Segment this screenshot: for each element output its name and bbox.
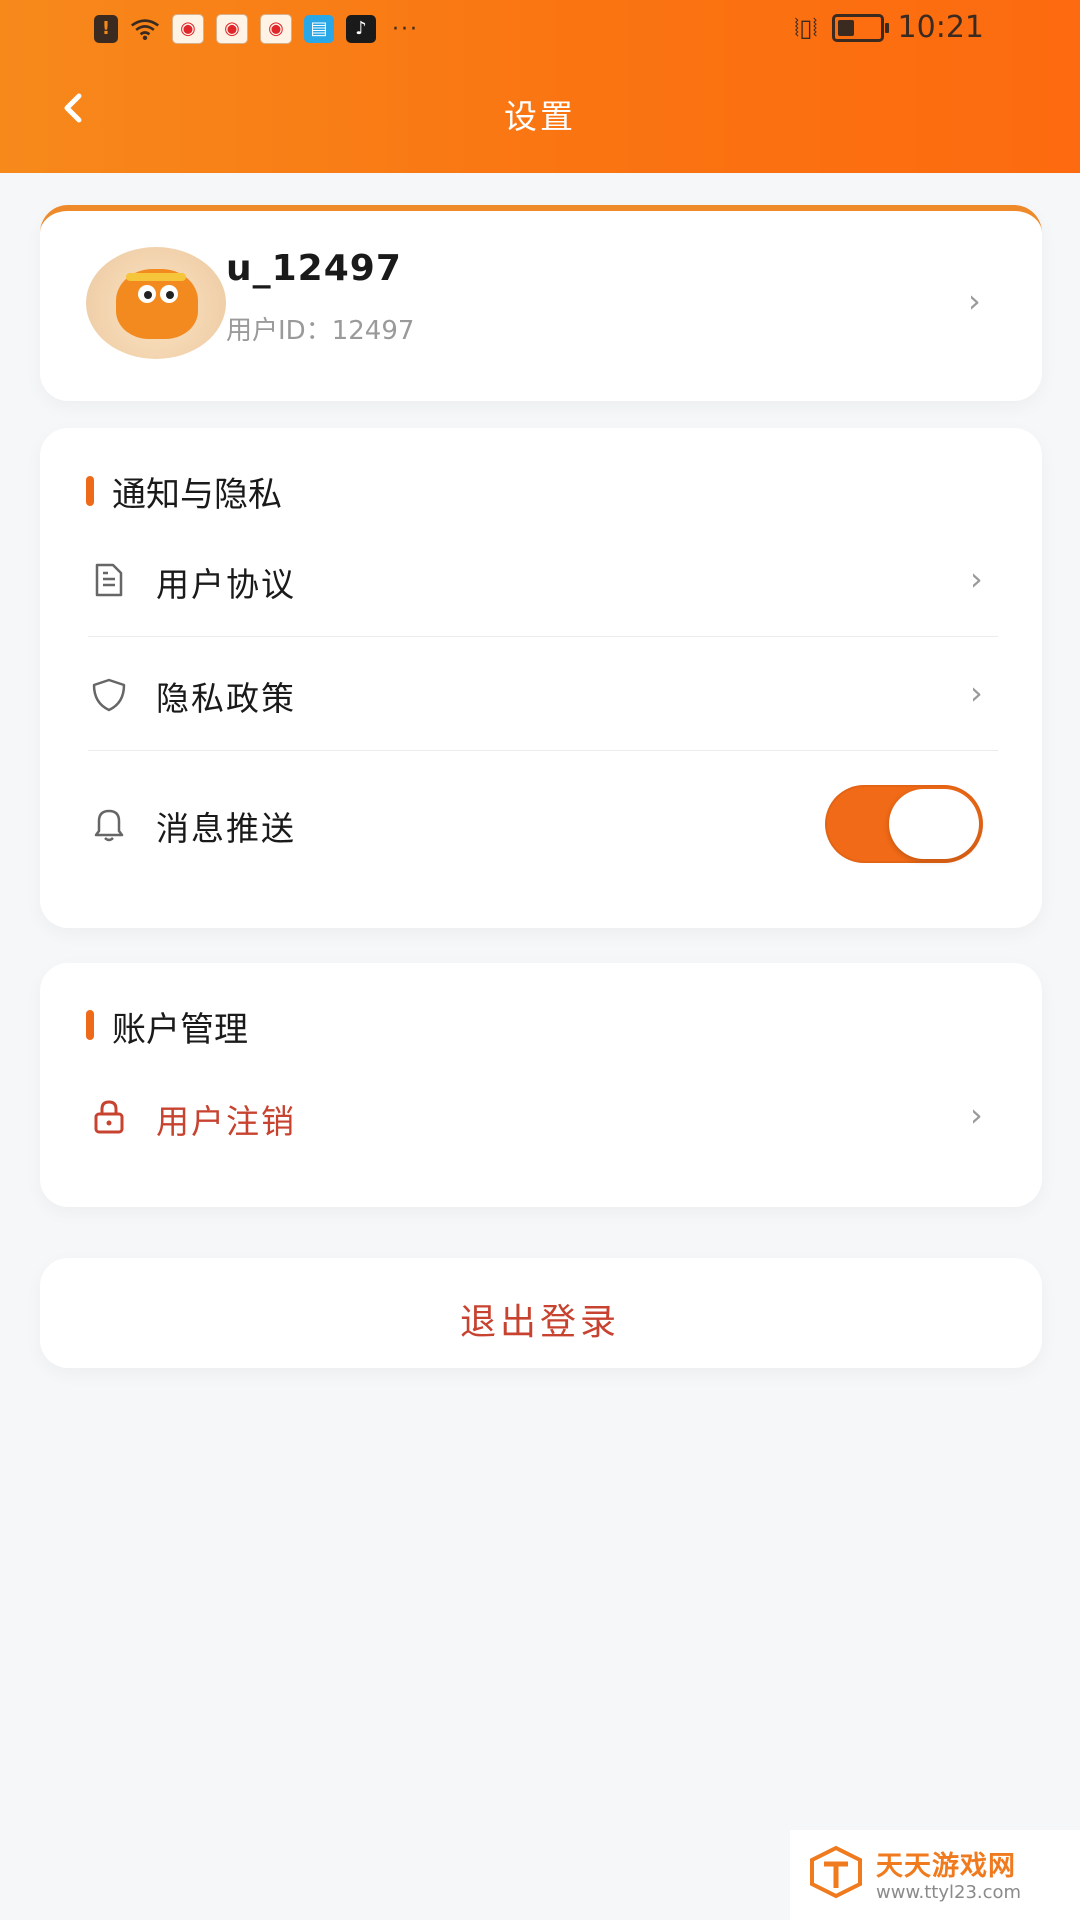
avatar-eye bbox=[138, 285, 156, 303]
chevron-right-icon: › bbox=[968, 282, 981, 320]
section-title-account: 账户管理 bbox=[112, 1010, 248, 1050]
username: u_12497 bbox=[226, 248, 402, 289]
row-label-danger: 用户注销 bbox=[156, 1102, 296, 1141]
section-accent-bar bbox=[86, 476, 94, 506]
row-label: 用户协议 bbox=[156, 565, 296, 604]
section-accent-bar bbox=[86, 1010, 94, 1040]
status-time: 10:21 bbox=[897, 10, 984, 45]
battery-fill bbox=[837, 19, 854, 36]
watermark: 天天游戏网 www.ttyl23.com bbox=[790, 1830, 1080, 1920]
status-icons-right: ⦚▯⦚ 10:21 bbox=[794, 10, 984, 45]
account-card bbox=[40, 963, 1042, 1207]
avatar[interactable] bbox=[86, 247, 226, 359]
weibo-icon: ◉ bbox=[260, 14, 292, 44]
divider bbox=[88, 750, 998, 751]
avatar-eye bbox=[160, 285, 178, 303]
row-label: 隐私政策 bbox=[156, 679, 296, 718]
tiktok-icon: ♪ bbox=[346, 15, 376, 43]
alert-icon: ! bbox=[94, 15, 118, 43]
chevron-right-icon: › bbox=[970, 1096, 983, 1134]
watermark-url: www.ttyl23.com bbox=[876, 1882, 1022, 1903]
toggle-knob bbox=[889, 789, 979, 859]
section-title-notification-privacy: 通知与隐私 bbox=[112, 475, 282, 515]
bell-icon bbox=[90, 805, 128, 843]
shield-icon bbox=[90, 676, 128, 714]
chevron-right-icon: › bbox=[970, 674, 983, 712]
watermark-title: 天天游戏网 bbox=[876, 1851, 1016, 1882]
weibo-icon: ◉ bbox=[172, 14, 204, 44]
status-icons-left: ! ◉ ◉ ◉ ▤ ♪ ··· bbox=[94, 14, 419, 44]
battery-icon bbox=[831, 13, 889, 42]
row-label: 消息推送 bbox=[156, 809, 296, 848]
more-icon: ··· bbox=[392, 16, 419, 42]
vibrate-icon: ⦚▯⦚ bbox=[794, 13, 818, 42]
weibo-icon: ◉ bbox=[216, 14, 248, 44]
status-bar: ! ◉ ◉ ◉ ▤ ♪ ··· ⦚▯⦚ 10:21 bbox=[0, 0, 1080, 60]
wifi-icon bbox=[130, 15, 160, 43]
watermark-logo-icon bbox=[810, 1845, 862, 1899]
divider bbox=[88, 636, 998, 637]
page-title: 设置 bbox=[504, 97, 576, 136]
profile-card[interactable] bbox=[40, 205, 1042, 401]
chevron-right-icon: › bbox=[970, 560, 983, 598]
avatar-headband bbox=[126, 273, 186, 281]
document-icon bbox=[90, 561, 128, 599]
book-app-icon: ▤ bbox=[304, 15, 334, 43]
user-id: 用户ID：12497 bbox=[226, 316, 415, 346]
message-push-toggle[interactable] bbox=[825, 785, 983, 863]
logout-label: 退出登录 bbox=[459, 1302, 620, 1343]
lock-icon bbox=[90, 1098, 128, 1136]
